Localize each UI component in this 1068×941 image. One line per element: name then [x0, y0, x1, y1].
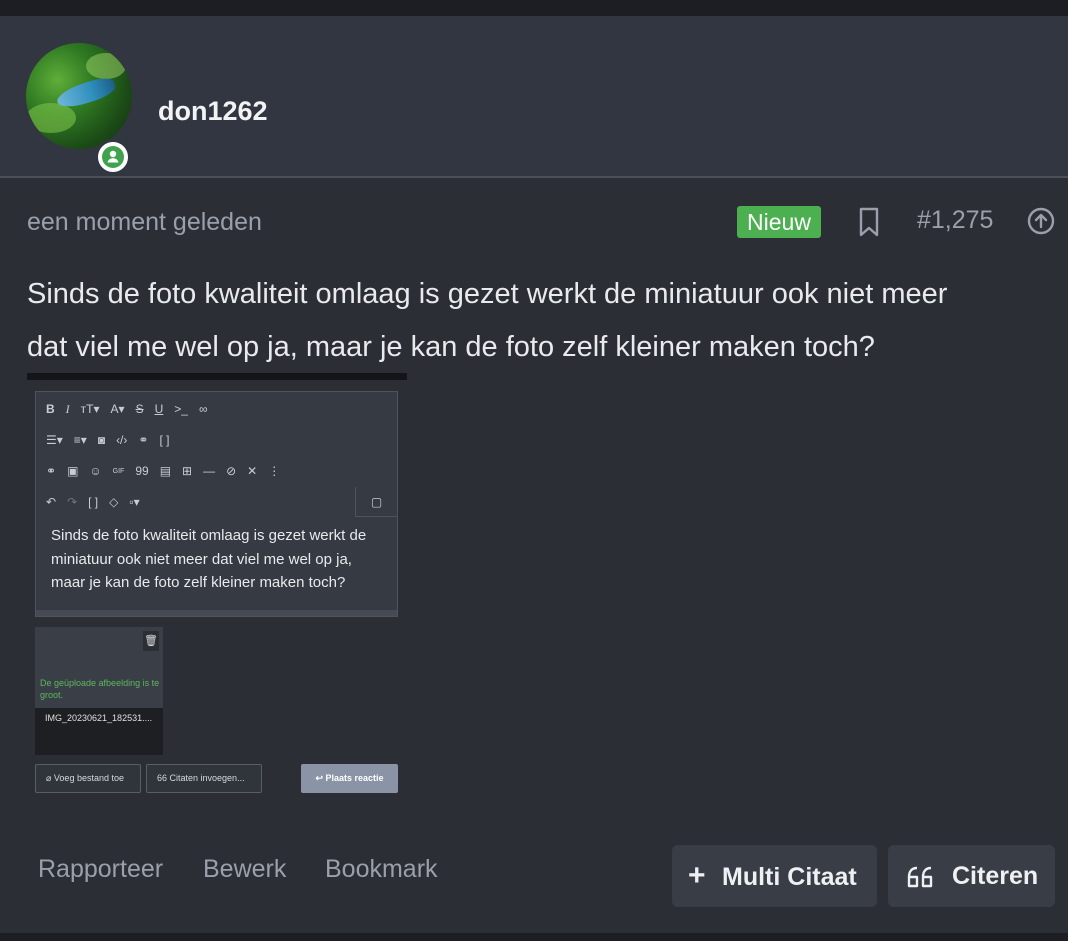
post-reply-button: ↩ Plaats reactie	[301, 764, 398, 793]
multiquote-button[interactable]: + Multi Citaat	[672, 845, 877, 907]
screenshot-editor: B I тT▾ A▾ S U >_ ∞ ☰▾ ≡▾ ◙ ‹/› ⚭ [ ] ⚭ …	[35, 391, 398, 617]
new-badge: Nieuw	[737, 206, 821, 238]
toolbar-row: B I тT▾ A▾ S U >_ ∞	[46, 399, 208, 419]
online-status-icon	[95, 139, 131, 175]
editor-resize-bar	[36, 610, 397, 616]
toolbar-row: ↶ ↷ [ ] ◇ ▫▾	[46, 492, 140, 512]
brackets-icon: [ ]	[88, 495, 99, 509]
underline-icon: U	[154, 402, 164, 416]
quote-label: Citeren	[952, 862, 1039, 890]
post-reply-label: Plaats reactie	[325, 773, 384, 783]
gif-icon: GIF	[112, 467, 125, 475]
top-bar	[0, 0, 1068, 16]
avatar-fish	[54, 74, 118, 112]
remove-format-icon: ✕	[247, 464, 258, 478]
italic-icon: I	[65, 401, 70, 416]
camera-icon: ◙	[97, 433, 106, 447]
upload-tile: 🗑 De geüploade afbeelding is te groot. I…	[35, 627, 163, 755]
plus-icon: +	[688, 859, 706, 892]
reply-icon: ↩	[315, 773, 326, 783]
media-icon: ▤	[159, 464, 172, 478]
quote-icon: 66	[157, 773, 170, 783]
avatar-leaf	[26, 103, 76, 133]
link-icon: ⚭	[138, 433, 149, 447]
report-link[interactable]: Rapporteer	[38, 855, 163, 884]
quotes-label: Citaten invoegen...	[169, 773, 245, 783]
code-icon: ‹/›	[116, 433, 128, 447]
bookmark-link[interactable]: Bookmark	[325, 855, 438, 884]
code-inline-icon: >_	[174, 402, 188, 416]
embedded-screenshot[interactable]: B I тT▾ A▾ S U >_ ∞ ☰▾ ≡▾ ◙ ‹/› ⚭ [ ] ⚭ …	[27, 373, 407, 803]
redo-icon: ↷	[67, 495, 78, 509]
bold-icon: B	[46, 402, 55, 416]
post-header: don1262	[0, 16, 1068, 178]
post-body: Sinds de foto kwaliteit omlaag is gezet …	[27, 268, 1047, 374]
table-icon: ⊞	[182, 464, 193, 478]
undo-icon: ↶	[46, 495, 57, 509]
bookmark-icon[interactable]	[858, 207, 880, 242]
attach-file-button: ⌀ Voeg bestand toe	[35, 764, 141, 793]
strike-icon: S	[135, 402, 144, 416]
preview-icon: ▢	[355, 487, 397, 517]
hr-icon: —	[203, 464, 216, 478]
more-icon: ⋮	[268, 464, 281, 478]
save-draft-icon: ▫▾	[129, 495, 140, 509]
post-number[interactable]: #1,275	[917, 206, 993, 235]
eraser-icon: ◇	[109, 495, 119, 509]
arrow-up-circle-icon[interactable]	[1027, 207, 1055, 240]
editor-line: maar je kan de foto zelf kleiner maken t…	[51, 574, 346, 591]
trash-icon: 🗑	[143, 631, 159, 651]
font-color-icon: A▾	[110, 402, 125, 416]
upload-error: De geüploade afbeelding is te groot.	[40, 678, 160, 700]
list-icon: ☰▾	[46, 433, 63, 447]
quote-icon: 99	[135, 464, 149, 478]
multiquote-label: Multi Citaat	[722, 863, 857, 891]
bottom-bar	[0, 933, 1068, 941]
spoiler-icon: ∞	[198, 402, 208, 416]
post-time[interactable]: een moment geleden	[27, 208, 262, 237]
avatar[interactable]	[26, 43, 132, 149]
link-icon: ⚭	[46, 464, 57, 478]
toolbar-row: ⚭ ▣ ☺ GIF 99 ▤ ⊞ — ⊘ ✕ ⋮	[46, 461, 280, 481]
upload-filename: IMG_20230621_182531....	[35, 708, 163, 755]
quote-icon	[906, 845, 952, 907]
align-icon: ≡▾	[73, 433, 87, 447]
editor-line: Sinds de foto kwaliteit omlaag is gezet …	[51, 527, 367, 544]
post-line: dat viel me wel op ja, maar je kan de fo…	[27, 331, 875, 363]
toolbar-row: ☰▾ ≡▾ ◙ ‹/› ⚭ [ ]	[46, 430, 169, 450]
avatar-leaf	[86, 53, 126, 79]
editor-text: Sinds de foto kwaliteit omlaag is gezet …	[51, 524, 391, 595]
paperclip-icon: ⌀	[46, 773, 54, 783]
post-line: Sinds de foto kwaliteit omlaag is gezet …	[27, 278, 948, 310]
edit-link[interactable]: Bewerk	[203, 855, 286, 884]
smiley-icon: ☺	[89, 464, 102, 478]
font-size-icon: тT▾	[80, 402, 100, 416]
image-top-bar	[27, 373, 407, 380]
quote-button[interactable]: Citeren	[888, 845, 1055, 907]
username[interactable]: don1262	[158, 96, 268, 127]
hide-icon: ⊘	[226, 464, 237, 478]
insert-quotes-button: 66 Citaten invoegen...	[146, 764, 262, 793]
image-icon: ▣	[67, 464, 79, 478]
editor-line: miniatuur ook niet meer dat viel me wel …	[51, 550, 352, 568]
brackets-icon: [ ]	[159, 433, 170, 447]
attach-label: Voeg bestand toe	[53, 773, 124, 783]
